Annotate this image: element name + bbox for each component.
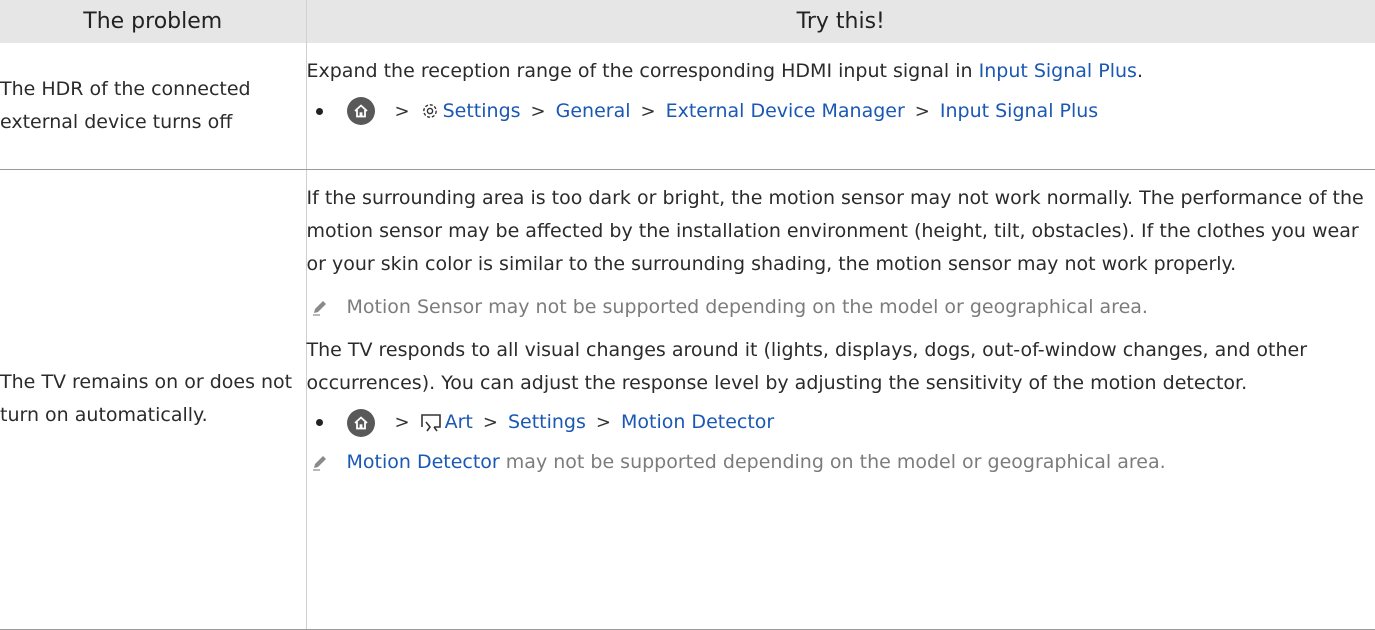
bullet-icon xyxy=(316,108,323,115)
home-icon xyxy=(347,97,375,125)
bullet-icon xyxy=(316,419,323,426)
note: Motion Detector may not be supported dep… xyxy=(307,446,1375,479)
note: Motion Sensor may not be supported depen… xyxy=(307,291,1375,324)
problem-text: The TV remains on or does not turn on au… xyxy=(0,371,292,426)
header-try-this: Try this! xyxy=(306,0,1375,43)
menu-path: > Settings > General > External Device M… xyxy=(307,92,1375,130)
solution-paragraph: Expand the reception range of the corres… xyxy=(307,55,1375,88)
path-motion-detector[interactable]: Motion Detector xyxy=(621,406,774,439)
path-art[interactable]: Art xyxy=(445,406,473,439)
note-text: Motion Sensor may not be supported depen… xyxy=(347,291,1148,324)
troubleshooting-table: The problem Try this! The HDR of the con… xyxy=(0,0,1375,630)
problem-text: The HDR of the connected external device… xyxy=(0,78,251,133)
problem-cell: The HDR of the connected external device… xyxy=(0,43,306,169)
motion-detector-link[interactable]: Motion Detector xyxy=(347,451,500,473)
pencil-note-icon xyxy=(307,446,347,479)
header-problem: The problem xyxy=(0,0,306,43)
solution-cell: Expand the reception range of the corres… xyxy=(306,43,1375,169)
chevron-right-icon: > xyxy=(395,406,410,439)
input-signal-plus-link[interactable]: Input Signal Plus xyxy=(979,60,1137,82)
solution-paragraph: The TV responds to all visual changes ar… xyxy=(307,334,1375,400)
chevron-right-icon: > xyxy=(641,95,656,128)
chevron-right-icon: > xyxy=(596,406,611,439)
path-settings[interactable]: Settings xyxy=(508,406,586,439)
solution-cell: If the surrounding area is too dark or b… xyxy=(306,169,1375,629)
pencil-note-icon xyxy=(307,291,347,324)
path-general[interactable]: General xyxy=(556,95,631,128)
solution-paragraph: If the surrounding area is too dark or b… xyxy=(307,182,1375,281)
path-external-device-manager[interactable]: External Device Manager xyxy=(666,95,905,128)
table-row: The HDR of the connected external device… xyxy=(0,43,1375,169)
chevron-right-icon: > xyxy=(531,95,546,128)
note-text: Motion Detector may not be supported dep… xyxy=(347,446,1166,479)
path-input-signal-plus[interactable]: Input Signal Plus xyxy=(940,95,1098,128)
art-mode-icon xyxy=(420,413,442,433)
gear-icon xyxy=(420,101,440,121)
problem-cell: The TV remains on or does not turn on au… xyxy=(0,169,306,629)
chevron-right-icon: > xyxy=(915,95,930,128)
chevron-right-icon: > xyxy=(483,406,498,439)
table-header-row: The problem Try this! xyxy=(0,0,1375,43)
path-settings[interactable]: Settings xyxy=(443,95,521,128)
table-row: The TV remains on or does not turn on au… xyxy=(0,169,1375,629)
home-icon xyxy=(347,409,375,437)
chevron-right-icon: > xyxy=(395,95,410,128)
menu-path: > Art > Settings > Motion Detector xyxy=(307,404,1375,442)
